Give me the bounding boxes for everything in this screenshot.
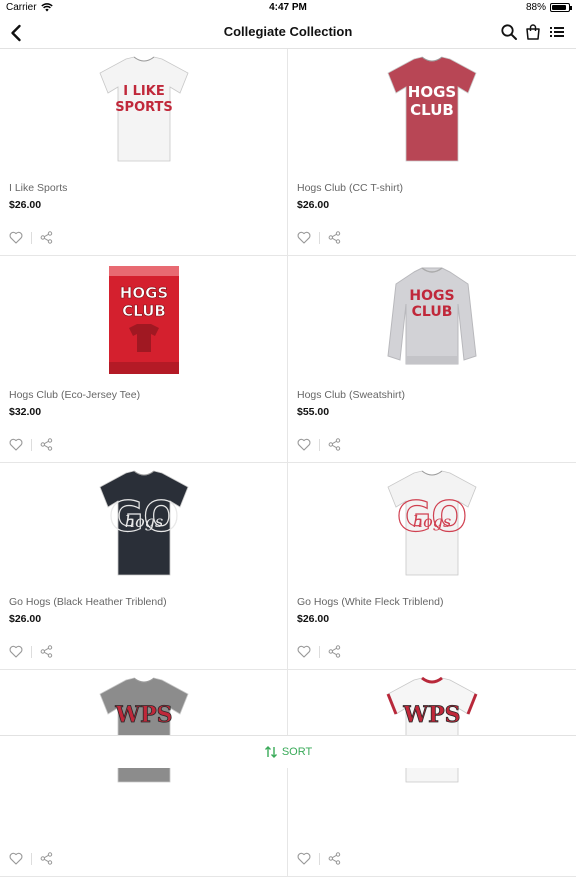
product-image-wrap[interactable]: WPS [288,672,576,790]
product-price: $26.00 [297,199,330,211]
product-image[interactable]: WPS [372,672,492,790]
heart-icon[interactable] [297,645,311,658]
product-actions [9,645,53,658]
heart-icon[interactable] [9,231,23,244]
product-actions [297,852,341,865]
svg-text:WPS: WPS [402,702,460,728]
product-image-wrap[interactable]: WPS [0,672,288,790]
product-price: $32.00 [9,406,42,418]
heart-icon[interactable] [297,852,311,865]
product-image[interactable]: HOGS CLUB [372,51,492,169]
product-image-wrap[interactable]: I LIKE SPORTS [0,51,288,169]
product-actions [297,438,341,451]
battery-percent: 88% [525,2,546,13]
product-image[interactable]: HOGS CLUB [372,258,492,376]
product-image-wrap[interactable]: HOGS CLUB [288,51,576,169]
product-name[interactable]: I Like Sports [9,182,67,194]
svg-text:HOGS: HOGS [409,288,454,304]
product-price: $26.00 [297,613,330,625]
page-title: Collegiate Collection [223,24,353,39]
svg-text:HOGS: HOGS [120,284,168,302]
product-image[interactable]: I LIKE SPORTS [84,51,204,169]
svg-text:CLUB: CLUB [412,304,453,320]
action-divider [319,438,320,451]
product-name[interactable]: Hogs Club (Eco-Jersey Tee) [9,389,140,401]
product-card[interactable]: GO hogs Go Hogs (Black Heather Triblend)… [0,463,288,670]
product-price: $26.00 [9,199,42,211]
svg-text:hogs: hogs [125,512,163,531]
product-image[interactable]: GO hogs [372,465,492,583]
product-actions [297,645,341,658]
product-card[interactable]: WPS [0,670,288,877]
action-divider [31,438,32,451]
product-price: $55.00 [297,406,330,418]
share-icon[interactable] [328,231,341,244]
sort-button[interactable]: SORT [0,735,576,768]
clock: 4:47 PM [269,2,307,13]
product-image[interactable]: WPS [84,672,204,790]
product-image-wrap[interactable]: HOGS CLUB [288,258,576,376]
share-icon[interactable] [40,438,53,451]
heart-icon[interactable] [297,231,311,244]
svg-text:SPORTS: SPORTS [115,100,173,115]
svg-text:hogs: hogs [413,512,451,531]
action-divider [319,231,320,244]
product-image-wrap[interactable]: GO hogs [0,465,288,583]
share-icon[interactable] [40,231,53,244]
list-view-icon[interactable] [548,23,566,41]
heart-icon[interactable] [9,645,23,658]
share-icon[interactable] [40,852,53,865]
product-image-wrap[interactable]: GO hogs [288,465,576,583]
svg-text:I LIKE: I LIKE [123,84,164,99]
sort-label: SORT [281,746,313,758]
battery-icon [550,3,572,12]
product-price: $26.00 [9,613,42,625]
share-icon[interactable] [328,645,341,658]
share-icon[interactable] [328,438,341,451]
product-card[interactable]: GO hogs Go Hogs (White Fleck Triblend) $… [288,463,576,670]
share-icon[interactable] [328,852,341,865]
svg-text:CLUB: CLUB [122,302,166,320]
action-divider [31,852,32,865]
action-divider [31,645,32,658]
product-name[interactable]: Hogs Club (Sweatshirt) [297,389,405,401]
heart-icon[interactable] [9,438,23,451]
shopping-bag-icon[interactable] [524,23,542,41]
product-name[interactable]: Hogs Club (CC T-shirt) [297,182,403,194]
action-divider [31,231,32,244]
product-card[interactable]: HOGS CLUB Hogs Club (Sweatshirt) $55.00 [288,256,576,463]
product-actions [9,852,53,865]
product-card[interactable]: WPS [288,670,576,877]
product-image[interactable]: HOGS CLUB [99,258,189,376]
product-image-wrap[interactable]: HOGS CLUB [0,258,288,376]
heart-icon[interactable] [297,438,311,451]
sort-arrows-icon [264,746,277,758]
heart-icon[interactable] [9,852,23,865]
action-divider [319,645,320,658]
product-actions [9,438,53,451]
svg-text:WPS: WPS [114,702,172,728]
navigation-bar: Collegiate Collection [0,16,576,49]
action-divider [319,852,320,865]
product-name[interactable]: Go Hogs (White Fleck Triblend) [297,596,443,608]
product-card[interactable]: I LIKE SPORTS I Like Sports $26.00 [0,49,288,256]
product-card[interactable]: HOGS CLUB Hogs Club (CC T-shirt) $26.00 [288,49,576,256]
product-name[interactable]: Go Hogs (Black Heather Triblend) [9,596,167,608]
product-card[interactable]: HOGS CLUB Hogs Club (Eco-Jersey Tee) $32… [0,256,288,463]
search-icon[interactable] [500,23,518,41]
status-bar: Carrier 4:47 PM 88% [0,0,576,16]
product-actions [297,231,341,244]
product-image[interactable]: GO hogs [84,465,204,583]
svg-text:HOGS: HOGS [408,83,456,101]
product-actions [9,231,53,244]
share-icon[interactable] [40,645,53,658]
svg-text:CLUB: CLUB [410,101,454,119]
